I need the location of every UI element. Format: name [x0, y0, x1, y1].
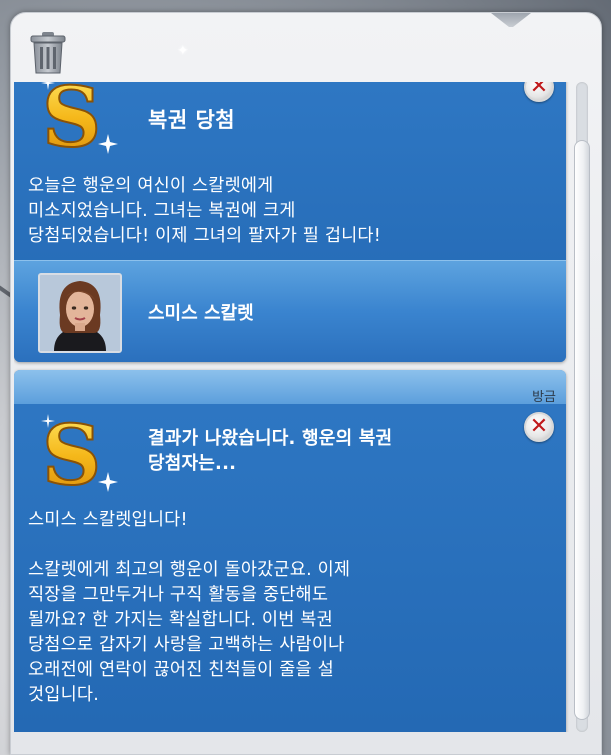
panel-toolbar: ✦ — [11, 13, 601, 89]
notification-card: S 복권 당첨 ✕ 오늘은 행운의 여신이 스칼렛에게 미소지었습니다. 그녀는… — [14, 82, 566, 362]
close-button[interactable]: ✕ — [524, 82, 554, 102]
simoleon-s-icon: S — [36, 407, 122, 505]
sim-name: 스미스 스칼렛 — [148, 303, 254, 324]
timestamp-bar: 방금 — [14, 370, 566, 405]
scrollbar[interactable] — [574, 82, 590, 732]
close-icon: ✕ — [529, 82, 549, 99]
notification-body: 오늘은 행운의 여신이 스칼렛에게 미소지었습니다. 그녀는 복권에 크게 당첨… — [28, 176, 381, 246]
notification-list[interactable]: S 복권 당첨 ✕ 오늘은 행운의 여신이 스칼렛에게 미소지었습니다. 그녀는… — [14, 82, 574, 732]
notification-card: 방금 S 결과가 나왔습니다. 행운의 복권 당첨자는... ✕ 스미스 스칼렛… — [14, 370, 566, 732]
scroll-thumb[interactable] — [574, 140, 590, 720]
close-icon: ✕ — [529, 414, 549, 439]
sim-portrait-avatar[interactable] — [38, 273, 122, 353]
timestamp: 방금 — [532, 390, 556, 405]
trash-button[interactable] — [29, 31, 67, 75]
close-button[interactable]: ✕ — [524, 412, 554, 442]
notification-title: 결과가 나왔습니다. 행운의 복권 당첨자는... — [148, 428, 393, 474]
svg-text:S: S — [42, 412, 101, 498]
sparkle-icon: ✦ — [177, 43, 189, 59]
notification-body: 스미스 스칼렛입니다! 스칼렛에게 최고의 행운이 돌아갔군요. 이제 직장을 … — [28, 510, 351, 705]
trash-icon — [30, 32, 66, 74]
notification-title: 복권 당첨 — [148, 108, 236, 132]
sim-row: 스미스 스칼렛 — [14, 260, 566, 362]
svg-text:S: S — [42, 82, 101, 160]
simoleon-s-icon: S — [36, 82, 122, 167]
